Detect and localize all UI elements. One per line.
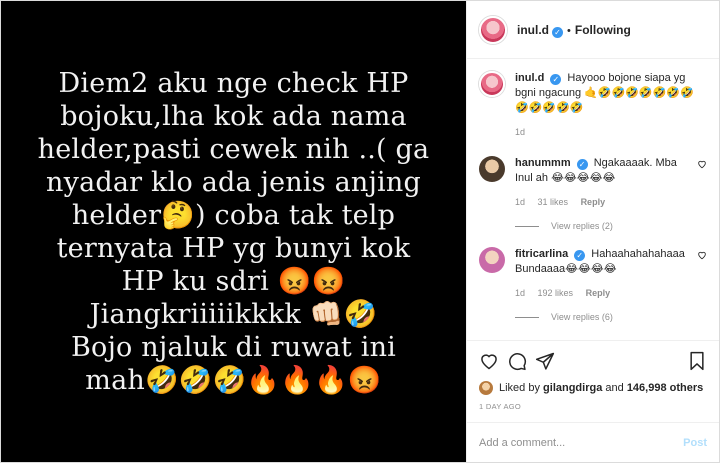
caption-meta: 1d	[515, 125, 707, 140]
comment-input[interactable]: Add a comment...	[479, 437, 683, 449]
comment-item: fitricarlina ✓ Hahaahahahahaaa Bundaaaa😂😂…	[479, 247, 707, 301]
comment-meta: 1d 31 likes Reply	[515, 195, 691, 210]
add-comment-bar: Add a comment... Post	[467, 422, 719, 462]
view-replies-button[interactable]: View replies (2)	[515, 221, 707, 231]
heart-icon[interactable]	[475, 347, 503, 375]
verified-badge-icon: ✓	[574, 250, 586, 261]
comment-likes[interactable]: 192 likes	[538, 288, 574, 298]
action-bar	[467, 340, 719, 380]
commenter-avatar[interactable]	[479, 156, 505, 182]
verified-badge-icon: ✓	[550, 74, 562, 85]
verified-badge-icon: ✓	[552, 26, 563, 38]
caption-username[interactable]: inul.d	[515, 72, 544, 84]
comment-like-icon[interactable]	[697, 250, 707, 263]
comment-item: hanummm ✓ Ngakaaaak. Mba Inul ah 😂😂😂😂😂 1d…	[479, 156, 707, 210]
liker-avatar[interactable]	[479, 381, 493, 395]
author-username[interactable]: inul.d	[517, 23, 549, 37]
caption-avatar[interactable]	[479, 71, 505, 97]
following-button[interactable]: Following	[575, 23, 631, 37]
commenter-username[interactable]: fitricarlina	[515, 248, 568, 260]
view-replies-label: View replies (6)	[551, 312, 613, 322]
likes-and: and	[605, 382, 624, 394]
separator-dot: •	[567, 24, 571, 37]
view-replies-button[interactable]: View replies (6)	[515, 312, 707, 322]
replies-divider	[515, 225, 539, 227]
comment-like-icon[interactable]	[697, 159, 707, 172]
post-comment-button[interactable]: Post	[683, 437, 707, 449]
reply-button[interactable]: Reply	[586, 288, 611, 298]
commenter-username[interactable]: hanummm	[515, 157, 571, 169]
verified-badge-icon: ✓	[576, 159, 588, 170]
comment-body: hanummm ✓ Ngakaaaak. Mba Inul ah 😂😂😂😂😂 1d…	[515, 156, 691, 210]
view-replies-label: View replies (2)	[551, 221, 613, 231]
post-media[interactable]: Diem2 aku nge check HP bojoku,lha kok ad…	[1, 1, 466, 462]
comment-body: fitricarlina ✓ Hahaahahahahaaa Bundaaaa😂😂…	[515, 247, 691, 301]
comments-list[interactable]: inul.d ✓ Hayooo bojone siapa yg bgni ngac…	[467, 59, 719, 340]
caption-time[interactable]: 1d	[515, 127, 525, 137]
comment-icon[interactable]	[503, 347, 531, 375]
comment-time[interactable]: 1d	[515, 288, 525, 298]
comment-time[interactable]: 1d	[515, 197, 525, 207]
commenter-avatar[interactable]	[479, 247, 505, 273]
share-icon[interactable]	[531, 347, 559, 375]
post-header: inul.d ✓ • Following	[467, 1, 719, 59]
author-avatar[interactable]	[479, 15, 507, 44]
likes-count[interactable]: 146,998 others	[627, 382, 703, 394]
post-media-text: Diem2 aku nge check HP bojoku,lha kok ad…	[37, 67, 430, 396]
reply-button[interactable]: Reply	[581, 197, 606, 207]
likes-summary: Liked by gilangdirga and 146,998 others	[467, 380, 719, 396]
comment-likes[interactable]: 31 likes	[538, 197, 569, 207]
post-timestamp[interactable]: 1 DAY AGO	[467, 396, 719, 422]
post-sidebar: inul.d ✓ • Following inul.d ✓ Hayooo bojone …	[466, 1, 719, 462]
comment-meta: 1d 192 likes Reply	[515, 286, 691, 301]
caption-body: inul.d ✓ Hayooo bojone siapa yg bgni ngac…	[515, 71, 707, 140]
likes-prefix: Liked by	[499, 382, 540, 394]
caption: inul.d ✓ Hayooo bojone siapa yg bgni ngac…	[479, 71, 707, 140]
author-block: inul.d ✓ • Following	[517, 21, 631, 39]
bookmark-icon[interactable]	[683, 347, 711, 375]
post-modal: Diem2 aku nge check HP bojoku,lha kok ad…	[0, 0, 720, 463]
liker-username[interactable]: gilangdirga	[543, 382, 602, 394]
replies-divider	[515, 316, 539, 318]
